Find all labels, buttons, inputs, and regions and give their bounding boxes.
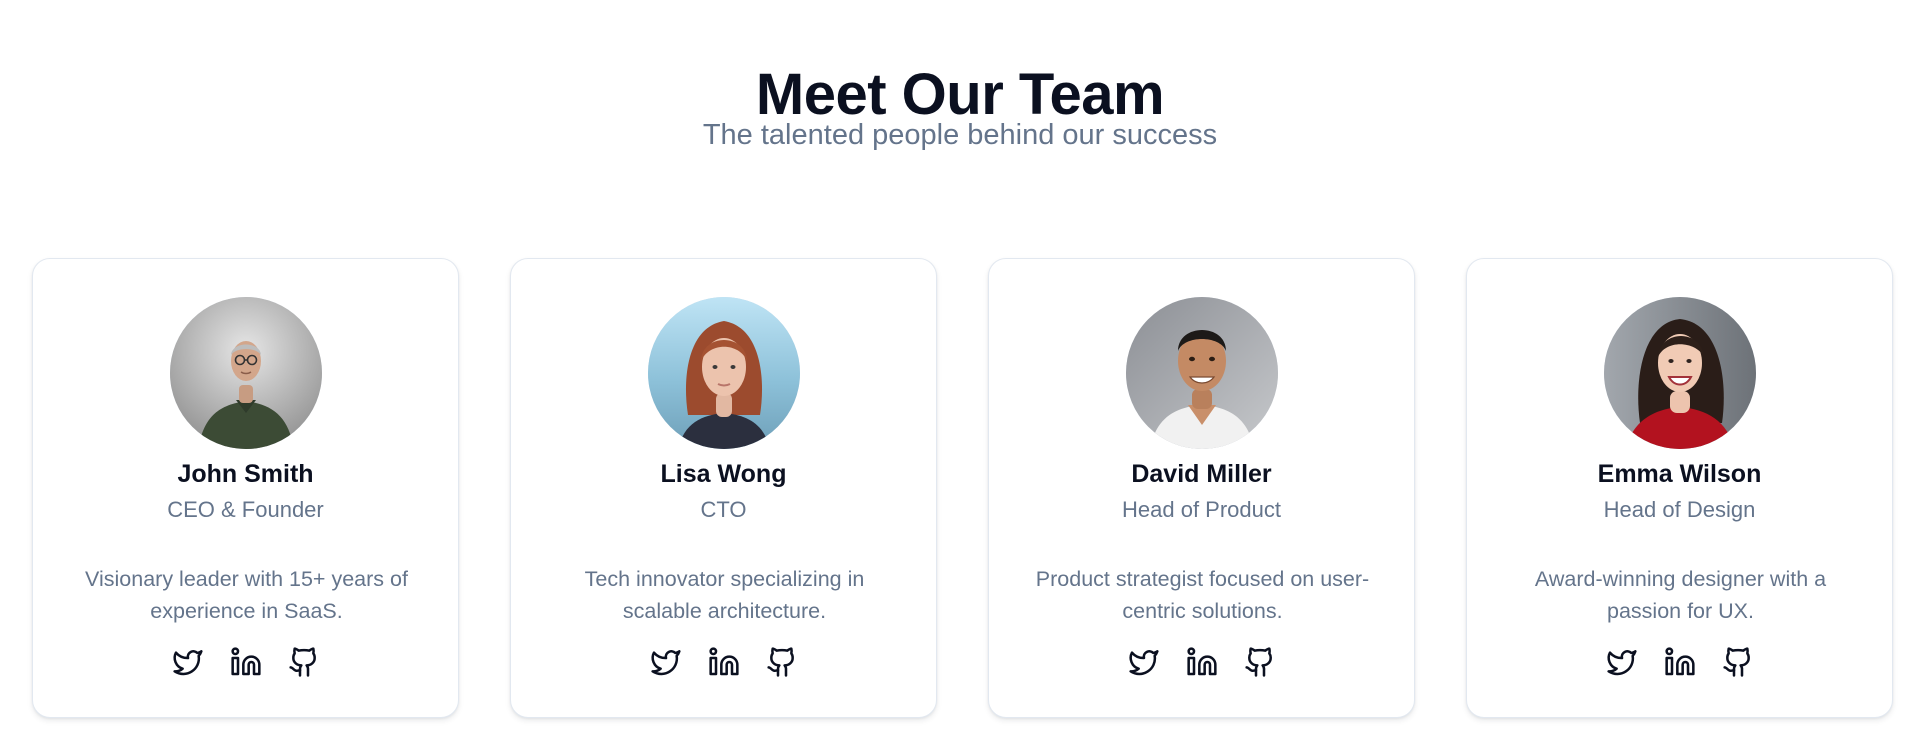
team-card-david-miller: David Miller Head of Product Product str… xyxy=(988,258,1415,718)
social-links xyxy=(989,646,1414,678)
github-link[interactable] xyxy=(288,646,320,678)
twitter-link[interactable] xyxy=(1606,646,1638,678)
github-link[interactable] xyxy=(1722,646,1754,678)
member-bio: Award-winning designer with a passion fo… xyxy=(1534,567,1827,623)
member-bio: Tech innovator specializing in scalable … xyxy=(584,567,865,623)
twitter-icon xyxy=(172,650,203,676)
social-links xyxy=(1467,646,1892,678)
team-card-john-smith: John Smith CEO & Founder Visionary leade… xyxy=(32,258,459,718)
linkedin-icon xyxy=(230,647,261,676)
avatar-lisa-wong xyxy=(647,297,800,449)
portrait-image xyxy=(169,297,322,449)
twitter-link[interactable] xyxy=(1128,646,1160,678)
team-card-lisa-wong: Lisa Wong CTO Tech innovator specializin… xyxy=(510,258,937,718)
avatar-david-miller xyxy=(1125,297,1278,449)
github-link[interactable] xyxy=(1244,646,1276,678)
social-links xyxy=(33,646,458,678)
member-bio: Product strategist focused on user-centr… xyxy=(1035,567,1370,623)
avatar-john-smith xyxy=(169,297,322,449)
github-icon xyxy=(1722,647,1750,677)
portrait-image xyxy=(1603,297,1756,449)
twitter-icon xyxy=(650,650,681,676)
linkedin-icon xyxy=(1664,647,1695,676)
portrait-image xyxy=(1125,297,1278,449)
member-role: CTO xyxy=(700,497,747,522)
member-name: Emma Wilson xyxy=(1597,460,1762,488)
github-link[interactable] xyxy=(766,646,798,678)
linkedin-link[interactable] xyxy=(708,646,740,678)
member-role: Head of Design xyxy=(1603,497,1756,522)
portrait-image xyxy=(647,297,800,449)
github-icon xyxy=(1244,647,1272,677)
linkedin-icon xyxy=(1186,647,1217,676)
linkedin-link[interactable] xyxy=(230,646,262,678)
member-name: Lisa Wong xyxy=(660,460,787,488)
linkedin-link[interactable] xyxy=(1186,646,1218,678)
member-name: David Miller xyxy=(1131,460,1272,488)
twitter-icon xyxy=(1606,650,1637,676)
twitter-icon xyxy=(1128,650,1159,676)
avatar-emma-wilson xyxy=(1603,297,1756,449)
twitter-link[interactable] xyxy=(172,646,204,678)
member-role: Head of Product xyxy=(1122,497,1281,522)
twitter-link[interactable] xyxy=(650,646,682,678)
member-bio: Visionary leader with 15+ years of exper… xyxy=(85,567,408,623)
team-card-emma-wilson: Emma Wilson Head of Design Award-winning… xyxy=(1466,258,1893,718)
member-role: CEO & Founder xyxy=(167,497,324,522)
github-icon xyxy=(766,647,794,677)
social-links xyxy=(511,646,936,678)
member-name: John Smith xyxy=(177,460,314,488)
github-icon xyxy=(288,647,316,677)
linkedin-link[interactable] xyxy=(1664,646,1696,678)
team-grid: John Smith CEO & Founder Visionary leade… xyxy=(32,258,1893,718)
page-subtitle: The talented people behind our success xyxy=(702,119,1218,151)
linkedin-icon xyxy=(708,647,739,676)
